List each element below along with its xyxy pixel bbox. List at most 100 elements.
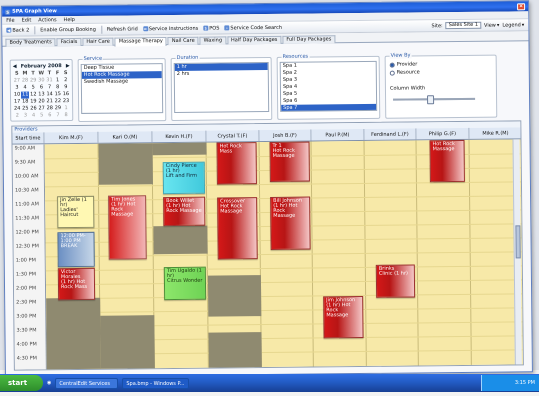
calendar-day[interactable]: 7 [54,112,62,119]
back-button[interactable]: ◀ Back 2 [6,27,29,33]
provider-column-heading[interactable]: Kim M.(F) [44,131,99,144]
service-code-search-button[interactable]: ⌕ Service Code Search [224,24,282,31]
unavailable-block [207,275,262,317]
back-label: Back 2 [12,26,30,34]
appointment-service: Ladies' Haircut [60,206,79,219]
resource-radio-label: Resource [396,69,420,76]
tab-nail-care[interactable]: Nail Care [167,36,199,46]
tab-half-day-packages[interactable]: Half Day Packages [226,35,282,45]
menu-actions[interactable]: Actions [38,17,56,23]
tab-massage-therapy[interactable]: Massage Therapy [114,37,167,47]
provider-column-heading[interactable]: Crystal T.(F) [206,130,260,142]
tab-body-treatments[interactable]: Body Treatments [5,38,56,47]
refresh-grid-button[interactable]: Refresh Grid [107,26,138,32]
service-option[interactable]: Swedish Massage [82,78,162,86]
next-month-icon[interactable]: ▶ [66,63,70,69]
provider-column-heading[interactable]: Mike R.(M) [469,127,523,139]
menu-file[interactable]: File [6,17,14,23]
menu-help[interactable]: Help [64,17,75,23]
appointment-card[interactable]: Tr 1 Hot Rock Massage [269,141,310,182]
legend-menu-button[interactable]: Legend ▾ [502,22,524,28]
resources-list[interactable]: Spa 1 Spa 2 Spa 3 Spa 4 Spa 5 Spa 6 Spa … [279,60,378,112]
view-by-label: View By [389,52,412,59]
appointment-card[interactable]: Jin Zelle (1 hr) Ladies' Haircut [57,195,95,229]
service-code-search-label: Service Code Search [230,24,283,31]
break-block[interactable]: 12:00 PM-1:00 PM BREAK [57,231,95,268]
site-label: Site: [431,22,443,29]
appointment-service: Hot Rock Massage [272,147,295,159]
time-label: 11:30 AM [15,215,40,222]
calendar-day[interactable]: 4 [29,112,37,119]
calendar-header: ◀ February 2008 ▶ [13,63,70,70]
service-instructions-button[interactable]: ≡ Service Instructions [142,25,198,32]
appointment-card[interactable]: Victor Morales (1 hr) Hot Rock Mass [57,267,96,301]
provider-column-heading[interactable]: Philip G.(F) [416,127,470,140]
view-menu-button[interactable]: View ▾ [484,22,499,28]
appointment-service: (1 hr) Hot Rock Massage [273,202,298,219]
calendar-day[interactable]: 6 [46,112,54,119]
pos-icon: $ [203,25,209,31]
service-panel: Service Deep Tissue Hot Rock Massage Swe… [77,55,167,122]
calendar-day[interactable]: 2 [13,113,21,120]
provider-column-heading[interactable]: Josh B.(F) [259,129,312,142]
appointment-service: (1 hr) Hot Rock Mass [60,278,88,291]
resources-panel-label: Resources [281,53,310,60]
column-width-slider[interactable] [393,95,476,105]
appointment-grid[interactable]: Hot Rock Mass Tr 1 Hot Rock Massage Hot R… [44,139,524,371]
start-button[interactable]: start [0,375,43,391]
unavailable-block [208,332,262,370]
enable-group-booking-button[interactable]: Enable Group Booking [40,26,96,33]
tab-waxing[interactable]: Waxing [199,36,227,45]
tab-facials[interactable]: Facials [56,37,82,47]
appointment-card[interactable]: Crossover Hot Rock Massage [217,197,258,260]
menu-edit[interactable]: Edit [22,17,32,23]
duration-option[interactable]: 2 hrs [175,70,268,78]
tab-hair-care[interactable]: Hair Care [82,37,114,46]
taskbar-button[interactable]: CentralEdit Services [55,377,119,389]
duration-list[interactable]: 1 hr 2 hrs [173,61,270,113]
tab-full-day-packages[interactable]: Full Day Packages [282,35,336,44]
appointment-card[interactable]: Bill Johnson (1 hr) Hot Rock Massage [270,196,311,250]
date-calendar[interactable]: ◀ February 2008 ▶ SMTWTFS 27 28 29 30 31 1 2 345… [9,59,74,122]
slider-thumb[interactable] [427,95,435,105]
calendar-day[interactable]: 5 [38,112,46,119]
provider-column-heading[interactable]: Paul P.(M) [311,128,365,141]
appointment-card[interactable]: Tim Jones (1 hr) Hot Rock Massage [108,195,147,260]
time-label: 3:30 PM [16,327,37,334]
taskbar-button[interactable]: Spa.bmp - Windows P... [122,377,189,389]
radio-icon [389,70,395,76]
appointment-card[interactable]: Brinks Clinic (1 hr) [375,264,416,298]
provider-column-heading[interactable]: Kari O.(M) [98,131,153,143]
calendar-day[interactable]: 8 [62,112,70,119]
appointment-card[interactable]: Cindy Pierce (1 hr) Lift and Firm [162,161,206,195]
service-list[interactable]: Deep Tissue Hot Rock Massage Swedish Mas… [80,63,164,114]
provider-column-heading[interactable]: Ferdinand L.(F) [364,128,417,140]
service-panel-label: Service [82,55,104,62]
unavailable-block [152,142,207,156]
quick-launch-icon[interactable]: ◉ [47,380,51,386]
view-by-panel: View By Provider Resource Column Width [384,52,498,119]
refresh-label: Refresh Grid [106,25,138,33]
booking-filters: ◀ February 2008 ▶ SMTWTFS 27 28 29 30 31 1 2 345… [6,51,527,126]
resource-option-selected[interactable]: Spa 7 [281,103,377,112]
appointment-card[interactable]: Book Willet (1 hr) Hot Rock Massage [163,196,206,227]
scrollbar-thumb[interactable] [515,225,521,259]
calendar-day[interactable]: 3 [21,112,29,119]
spa-graph-window: S SPA Graph View × File Edit Actions Hel… [1,0,533,378]
time-label: 11:00 AM [15,201,39,208]
appointment-card[interactable]: Tim Ugaldo (1 hr) Citrus Wonder [163,266,207,301]
previous-month-icon[interactable]: ◀ [13,64,17,70]
close-icon[interactable]: × [517,2,526,10]
pos-button[interactable]: $ POS [203,25,219,31]
radio-selected-icon [389,62,395,68]
column-width-label: Column Width [389,85,426,92]
unavailable-block [98,143,153,185]
appointment-card[interactable]: Hot Rock Massage [429,139,465,183]
appointment-service: Hot Rock Massage [220,203,243,215]
appointment-card[interactable]: Hot Rock Mass [216,142,257,185]
provider-column [364,140,419,368]
provider-column-heading[interactable]: Kevin H.(F) [152,130,207,143]
time-label: 2:00 PM [15,285,37,292]
site-select[interactable]: Sales Site 1 [445,21,482,30]
appointment-card[interactable]: Jim Johnson (1 hr) Hot Rock Massage [323,295,364,339]
